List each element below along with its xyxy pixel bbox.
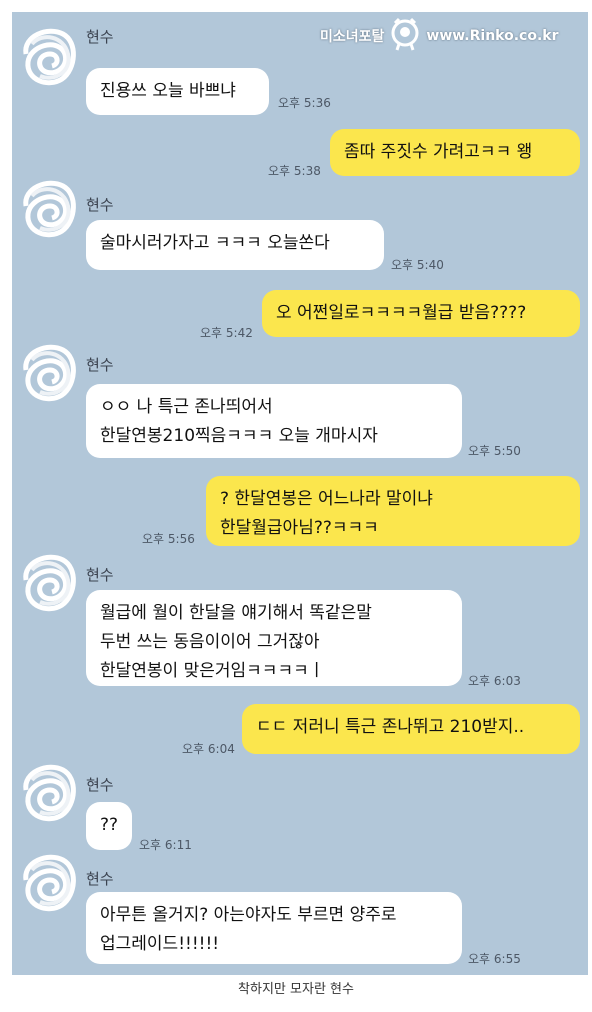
message-time: 오후 6:04 <box>182 742 235 756</box>
message-time: 오후 5:42 <box>200 326 253 340</box>
message-bubble[interactable]: 월급에 월이 한달을 얘기해서 똑같은말 두번 쓰는 동음이이어 그거잖아 한달… <box>86 590 462 686</box>
avatar <box>18 850 80 916</box>
message-time: 오후 5:38 <box>268 164 321 178</box>
message-time: 오후 6:03 <box>468 674 521 688</box>
message-bubble[interactable]: ? 한달연봉은 어느나라 말이냐 한달월급아님??ㅋㅋㅋ <box>206 476 580 546</box>
avatar <box>18 340 80 406</box>
site-watermark: 미소녀포탈 www.Rinko.co.kr <box>320 17 559 55</box>
avatar <box>18 550 80 616</box>
avatar <box>18 24 80 90</box>
sender-name: 현수 <box>86 196 114 214</box>
message-time: 오후 5:40 <box>391 258 444 272</box>
message-time: 오후 5:56 <box>142 532 195 546</box>
message-bubble[interactable]: 오 어쩐일로ㅋㅋㅋㅋ월급 받음???? <box>262 290 580 337</box>
avatar <box>18 760 80 826</box>
message-bubble[interactable]: ㅇㅇ 나 특근 존나띄어서 한달연봉210찍음ㅋㅋㅋ 오늘 개마시자 <box>86 384 462 458</box>
message-bubble[interactable]: 술마시러가자고 ㅋㅋㅋ 오늘쏜다 <box>86 220 384 270</box>
chat-screenshot: 현수 진용쓰 오늘 바쁘냐 오후 5:36 좀따 주짓수 가려고ㅋㅋ 왱 오후 … <box>12 12 588 975</box>
message-bubble[interactable]: 진용쓰 오늘 바쁘냐 <box>86 68 269 115</box>
watermark-url: www.Rinko.co.kr <box>426 28 559 44</box>
message-bubble[interactable]: ㄷㄷ 저러니 특근 존나뛰고 210받지.. <box>242 704 580 754</box>
avatar <box>18 176 80 242</box>
message-bubble[interactable]: 아무튼 올거지? 아는야자도 부르면 양주로 업그레이드!!!!!! <box>86 892 462 964</box>
message-time: 오후 5:36 <box>278 96 331 110</box>
sender-name: 현수 <box>86 870 114 888</box>
message-time: 오후 6:55 <box>468 952 521 966</box>
message-bubble[interactable]: ?? <box>86 802 132 850</box>
sender-name: 현수 <box>86 566 114 584</box>
message-time: 오후 5:50 <box>468 444 521 458</box>
sender-name: 현수 <box>86 356 114 374</box>
sender-name: 현수 <box>86 776 114 794</box>
mascot-face-icon <box>390 17 420 55</box>
message-time: 오후 6:11 <box>139 838 192 852</box>
message-bubble[interactable]: 좀따 주짓수 가려고ㅋㅋ 왱 <box>330 129 580 176</box>
image-caption: 착하지만 모자란 현수 <box>238 982 354 997</box>
sender-name: 현수 <box>86 28 114 46</box>
watermark-site-name: 미소녀포탈 <box>320 29 385 45</box>
